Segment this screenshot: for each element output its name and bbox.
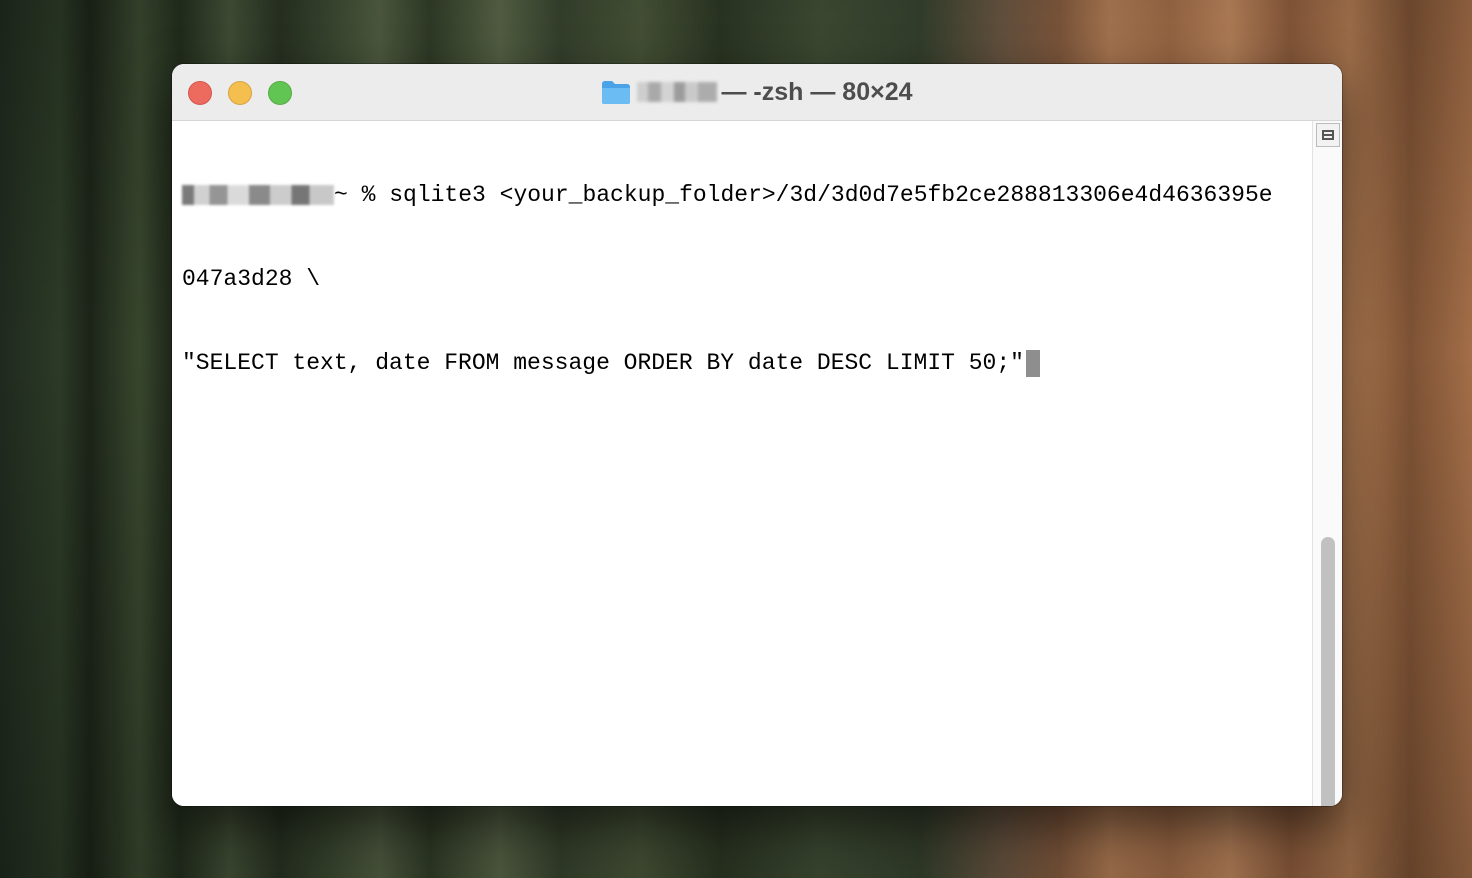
terminal-line-1: ~ % sqlite3 <your_backup_folder>/3d/3d0d…	[182, 181, 1313, 209]
title-bar[interactable]: — -zsh — 80×24	[172, 64, 1342, 121]
redacted-folder-name	[637, 82, 718, 102]
terminal-content[interactable]: ~ % sqlite3 <your_backup_folder>/3d/3d0d…	[172, 121, 1313, 806]
prompt-suffix: ~ %	[334, 182, 390, 208]
command-text-2: 047a3d28 \	[182, 266, 321, 292]
text-cursor	[1025, 349, 1040, 377]
command-text-3: "SELECT text, date FROM message ORDER BY…	[182, 350, 1024, 376]
window-title: — -zsh — 80×24	[172, 64, 1342, 120]
scroll-thumb[interactable]	[1321, 537, 1335, 806]
command-text-1: sqlite3 <your_backup_folder>/3d/3d0d7e5f…	[389, 182, 1273, 208]
terminal-window: — -zsh — 80×24 ~ % sqlite3 <your_backup_…	[172, 64, 1342, 806]
folder-icon	[602, 81, 631, 104]
window-title-text: — -zsh — 80×24	[721, 77, 913, 106]
split-pane-icon[interactable]	[1316, 123, 1340, 147]
redacted-username	[182, 185, 334, 205]
terminal-line-2: 047a3d28 \	[182, 265, 1313, 293]
terminal-line-3: "SELECT text, date FROM message ORDER BY…	[182, 349, 1313, 377]
vertical-scrollbar[interactable]	[1312, 121, 1342, 806]
terminal-text: ~ % sqlite3 <your_backup_folder>/3d/3d0d…	[182, 125, 1313, 433]
